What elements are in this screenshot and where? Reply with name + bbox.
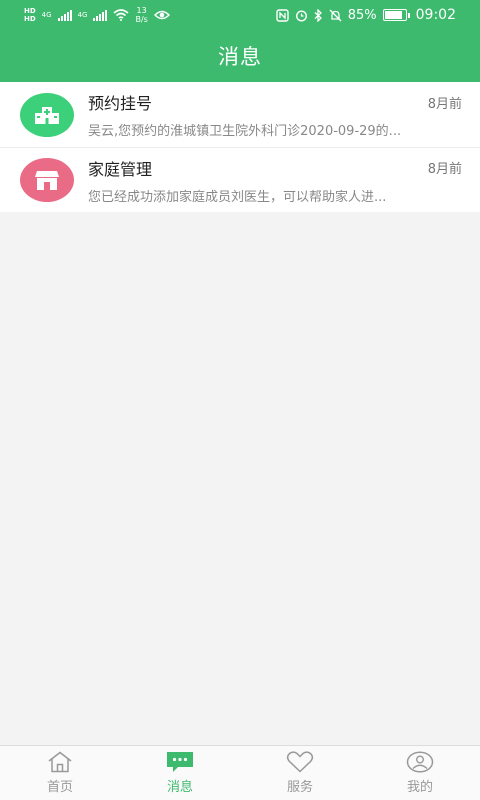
status-left: HD HD 4G 4G 13 B/s [24, 6, 170, 24]
network-type-b: 4G [77, 11, 88, 19]
hd-label-bottom: HD [24, 15, 36, 23]
status-right: 85% 09:02 [276, 7, 456, 23]
hospital-icon [20, 92, 74, 137]
header-bar: HD HD 4G 4G 13 B/s 85% 09:02 消息 [0, 0, 480, 82]
message-title: 家庭管理 [88, 159, 153, 179]
message-title: 预约挂号 [88, 94, 153, 113]
profile-icon [406, 751, 434, 773]
bottom-tab-bar: 首页 消息 服务 我的 [0, 745, 480, 800]
network-type-a: 4G [41, 11, 52, 19]
message-header: 预约挂号 8月前 [88, 90, 462, 114]
message-item-appointment[interactable]: 预约挂号 8月前 吴云,您预约的淮城镇卫生院外科门诊2020-09-29的... [0, 82, 480, 147]
message-time: 8月前 [427, 96, 462, 112]
network-speed: 13 B/s [135, 6, 147, 24]
message-content: 预约挂号 8月前 吴云,您预约的淮城镇卫生院外科门诊2020-09-29的... [88, 90, 462, 139]
status-bar: HD HD 4G 4G 13 B/s 85% 09:02 [0, 0, 480, 30]
page-title: 消息 [218, 45, 262, 69]
home-icon [20, 158, 74, 202]
message-preview: 您已经成功添加家庭成员刘医生，可以帮助家人进... [88, 189, 387, 205]
heart-icon [286, 751, 314, 773]
eye-icon [153, 10, 170, 20]
hd-indicator: HD HD [24, 7, 36, 23]
alarm-icon [295, 9, 307, 22]
bluetooth-icon [314, 8, 322, 22]
tab-label: 服务 [286, 780, 313, 795]
chat-icon [167, 752, 193, 772]
signal-icon [57, 9, 72, 21]
message-header: 家庭管理 8月前 [88, 156, 462, 180]
tab-label: 我的 [406, 780, 433, 795]
signal-icon-2 [93, 9, 108, 21]
message-list: 预约挂号 8月前 吴云,您预约的淮城镇卫生院外科门诊2020-09-29的...… [0, 82, 480, 212]
tab-profile[interactable]: 我的 [360, 746, 480, 800]
title-bar: 消息 [0, 30, 480, 82]
message-preview: 吴云,您预约的淮城镇卫生院外科门诊2020-09-29的... [88, 124, 402, 139]
wifi-icon [113, 9, 129, 21]
nfc-icon [276, 8, 289, 22]
speed-unit: B/s [135, 15, 148, 24]
tab-services[interactable]: 服务 [240, 746, 360, 800]
battery-percent: 85% [347, 7, 377, 23]
message-item-family[interactable]: 家庭管理 8月前 您已经成功添加家庭成员刘医生，可以帮助家人进... [0, 147, 480, 212]
tab-label: 消息 [166, 780, 193, 795]
tab-messages[interactable]: 消息 [120, 746, 240, 800]
message-time: 8月前 [427, 162, 462, 177]
tab-home[interactable]: 首页 [0, 746, 120, 800]
battery-icon [382, 9, 410, 21]
mute-icon [329, 9, 342, 21]
message-content: 家庭管理 8月前 您已经成功添加家庭成员刘医生，可以帮助家人进... [88, 156, 462, 205]
speed-value: 13 [136, 6, 147, 15]
clock-time: 09:02 [415, 7, 456, 23]
home-outline-icon [48, 751, 72, 773]
hd-label-top: HD [24, 7, 36, 15]
tab-label: 首页 [46, 780, 73, 795]
